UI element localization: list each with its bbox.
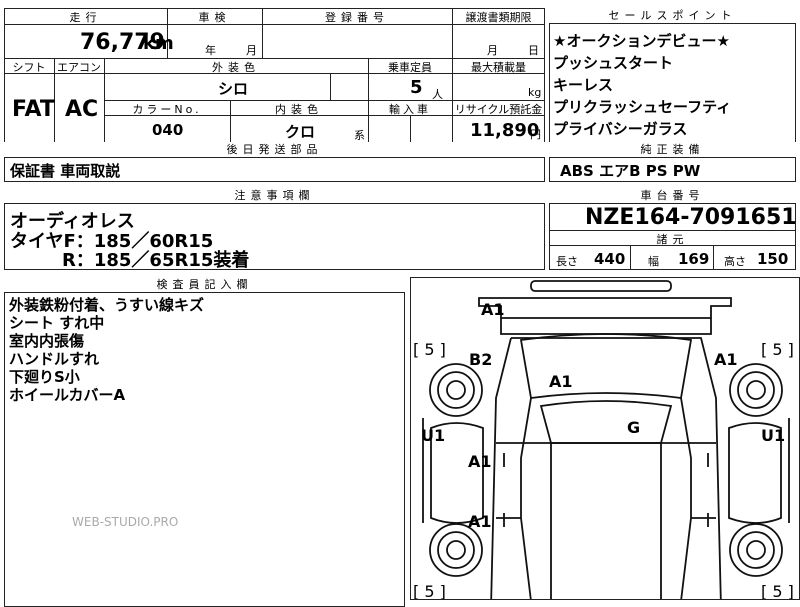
width-label: 幅 bbox=[648, 255, 659, 268]
shaken-label: 車検 bbox=[198, 11, 231, 24]
recycle-fee-label: リサイクル預託金 bbox=[454, 103, 543, 116]
ac-value: AC bbox=[65, 97, 99, 122]
capacity-value: 5 bbox=[410, 77, 423, 98]
width-value: 169 bbox=[678, 250, 710, 268]
damage-diagram: A1 B2 A1 A1 G U1 U1 A1 A1 [ 5 ] [ 5 ] [ … bbox=[410, 277, 800, 600]
interior-color-value: クロ bbox=[285, 123, 316, 141]
max-load-label: 最大積載量 bbox=[471, 61, 526, 74]
transfer-day: 日 bbox=[528, 44, 539, 57]
damage-code: A1 bbox=[468, 512, 492, 531]
damage-code: A1 bbox=[549, 372, 573, 391]
exterior-color-value: シロ bbox=[218, 80, 249, 98]
recycle-unit: 円 bbox=[530, 128, 541, 141]
sales-point-item: キーレス bbox=[553, 76, 614, 94]
damage-code: B2 bbox=[469, 350, 493, 369]
tire-tread-code: [ 5 ] bbox=[413, 582, 446, 600]
tire-tread-code: [ 5 ] bbox=[413, 340, 446, 359]
sales-point-item: プライバシーガラス bbox=[553, 120, 688, 138]
color-no-label: カラーNo. bbox=[132, 103, 202, 116]
length-label: 長さ bbox=[556, 255, 578, 268]
damage-code: U1 bbox=[421, 426, 446, 445]
damage-code: A1 bbox=[468, 452, 492, 471]
divider bbox=[713, 245, 714, 270]
km-unit: km bbox=[143, 33, 174, 54]
import-label: 輸入車 bbox=[389, 103, 431, 116]
capacity-label: 乗車定員 bbox=[388, 61, 432, 74]
dims-label: 諸元 bbox=[656, 233, 689, 246]
watermark: WEB-STUDIO.PRO bbox=[72, 515, 179, 529]
shaken-year: 年 bbox=[205, 44, 216, 57]
shift-value: FAT bbox=[12, 97, 55, 122]
car-outline-diagram bbox=[422, 280, 790, 599]
vehicle-info-table bbox=[4, 8, 545, 144]
genuine-equipment-value: ABS エアB PS PW bbox=[560, 162, 701, 180]
load-unit: kg bbox=[528, 86, 542, 99]
divider bbox=[410, 115, 411, 144]
chassis-label: 車台番号 bbox=[549, 188, 796, 204]
later-parts-value: 保証書 車両取説 bbox=[10, 162, 121, 180]
ac-label: エアコン bbox=[57, 61, 101, 74]
notes-label: 注意事項欄 bbox=[4, 188, 545, 204]
sales-points-label: セールスポイント bbox=[549, 8, 796, 24]
divider bbox=[330, 73, 331, 100]
damage-code: A1 bbox=[714, 350, 738, 369]
tire-tread-code: [ 5 ] bbox=[761, 340, 794, 359]
later-parts-label: 後日発送部品 bbox=[4, 142, 545, 158]
notes-line: R：185／65R15装着 bbox=[62, 250, 250, 271]
mileage-label: 走行 bbox=[69, 11, 102, 24]
interior-color-label: 内装色 bbox=[275, 103, 323, 116]
transfer-month: 月 bbox=[487, 44, 498, 57]
length-value: 440 bbox=[594, 250, 626, 268]
tire-tread-code: [ 5 ] bbox=[761, 582, 794, 600]
color-no-value: 040 bbox=[152, 121, 184, 139]
inspector-notes-label: 検査員記入欄 bbox=[4, 277, 405, 293]
exterior-color-label: 外装色 bbox=[212, 61, 260, 74]
genuine-equipment-label: 純正装備 bbox=[549, 142, 796, 158]
damage-code: U1 bbox=[761, 426, 786, 445]
sales-point-item: プリクラッシュセーフティ bbox=[553, 98, 732, 116]
chassis-number: NZE164-7091651 bbox=[585, 205, 797, 230]
registration-label: 登録番号 bbox=[325, 11, 389, 24]
inspector-line: ホイールカバーA bbox=[9, 386, 126, 404]
damage-code: G bbox=[627, 418, 641, 437]
height-value: 150 bbox=[757, 250, 789, 268]
divider bbox=[630, 245, 631, 270]
shift-label: シフト bbox=[12, 61, 46, 74]
sales-point-item: ★オークションデビュー★ bbox=[553, 32, 730, 50]
height-label: 高さ bbox=[724, 255, 746, 268]
transfer-deadline-label: 譲渡書類期限 bbox=[465, 11, 532, 24]
damage-code: A1 bbox=[481, 300, 505, 319]
interior-unit: 系 bbox=[354, 129, 365, 142]
sales-point-item: プッシュスタート bbox=[553, 54, 674, 72]
shaken-month: 月 bbox=[246, 44, 257, 57]
